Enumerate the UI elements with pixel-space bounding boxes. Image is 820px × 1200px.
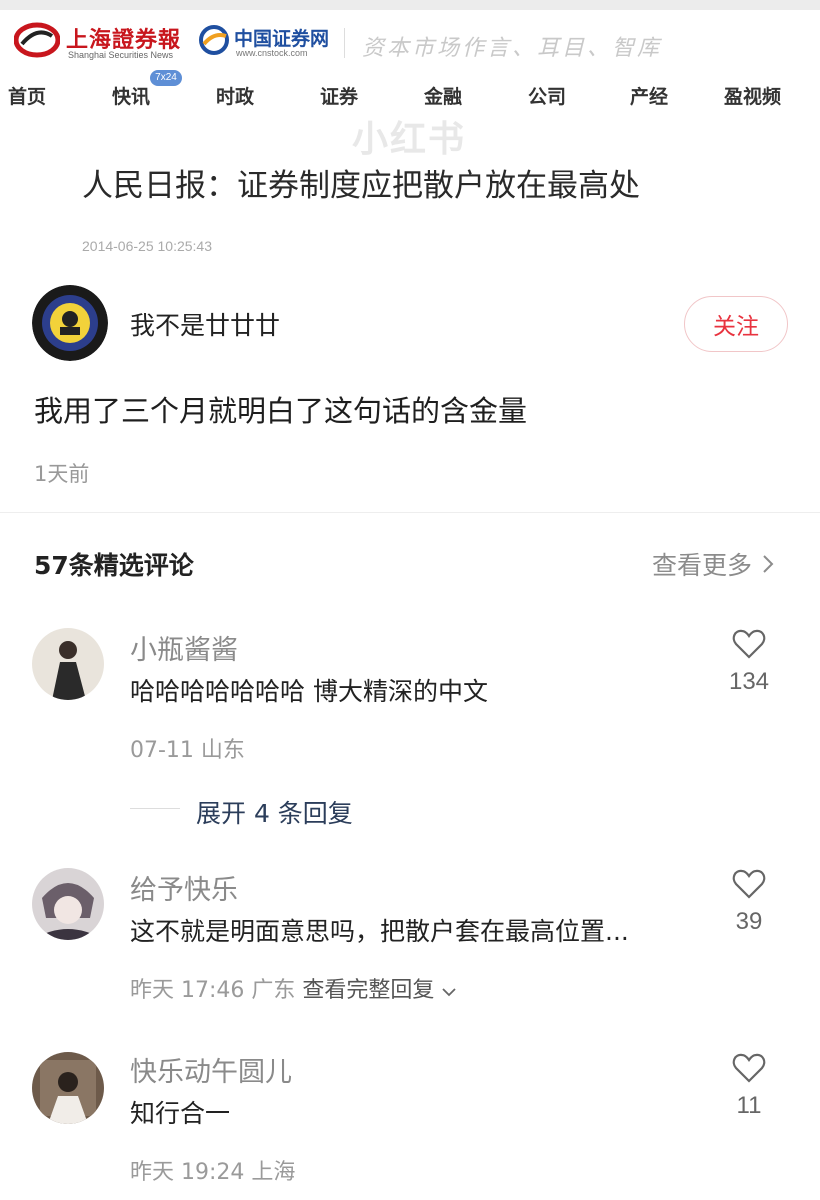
chevron-right-icon [763, 555, 774, 573]
nav-item-company[interactable]: 公司 [528, 82, 566, 109]
see-more-link[interactable]: 查看更多 [652, 546, 774, 582]
comments-count-title: 57条精选评论 [34, 551, 194, 580]
cnstock-logo-icon [199, 25, 229, 55]
ssn-logo-subtitle: Shanghai Securities News [68, 50, 174, 60]
view-full-reply-label: 查看完整回复 [302, 978, 435, 1003]
avatar-photo-icon [32, 628, 104, 700]
author-avatar[interactable] [32, 285, 108, 361]
comment-meta-text: 昨天 17:46 广东 [130, 978, 296, 1003]
article-headline: 人民日报：证券制度应把散户放在最高处 [82, 168, 640, 204]
cnstock-logo-subtitle: www.cnstock.com [236, 48, 308, 58]
comment-meta: 07-11 山东 [130, 738, 245, 763]
nav-item-politics[interactable]: 时政 [216, 82, 254, 109]
commenter-avatar[interactable] [32, 868, 104, 940]
post-time: 1天前 [34, 462, 90, 486]
follow-button[interactable]: 关注 [684, 296, 788, 352]
expand-replies-button[interactable]: 展开 4 条回复 [196, 794, 353, 830]
logo-divider [344, 28, 345, 58]
like-count: 134 [728, 668, 770, 695]
comment-text: 这不就是明面意思吗，把散户套在最高位置... [130, 917, 629, 946]
section-divider [0, 512, 820, 513]
author-name[interactable]: 我不是廿廿廿 [130, 306, 280, 342]
like-count: 39 [735, 908, 763, 935]
article-timestamp: 2014-06-25 10:25:43 [82, 238, 212, 254]
commenter-avatar[interactable] [32, 628, 104, 700]
nav-item-industry[interactable]: 产经 [630, 82, 668, 109]
nav-item-home[interactable]: 首页 [8, 82, 46, 109]
heart-icon[interactable] [732, 868, 766, 900]
see-more-label: 查看更多 [652, 551, 753, 580]
heart-icon[interactable] [732, 628, 766, 660]
watermark: 小红书 [352, 119, 467, 160]
commenter-name[interactable]: 快乐动午圆儿 [130, 1050, 292, 1089]
commenter-name[interactable]: 给予快乐 [130, 868, 238, 907]
commenter-avatar[interactable] [32, 1052, 104, 1124]
badge-avatar-icon [32, 285, 108, 361]
ssn-logo-icon [14, 22, 60, 58]
chevron-down-icon [442, 988, 457, 997]
view-full-reply-link[interactable]: 查看完整回复 [302, 978, 457, 1003]
status-strip [0, 0, 820, 10]
commenter-name[interactable]: 小瓶酱酱 [130, 628, 238, 667]
nav-item-video[interactable]: 盈视频 [724, 82, 781, 109]
reply-divider-line [130, 808, 180, 809]
comment-meta: 昨天 19:24 上海 [130, 1160, 296, 1185]
nav-item-flash[interactable]: 快讯 [112, 82, 150, 109]
heart-icon[interactable] [732, 1052, 766, 1084]
news-logo-bar: 上海證券報 Shanghai Securities News 中国证券网 www… [0, 10, 820, 72]
avatar-anime-icon [32, 868, 104, 940]
cnstock-logo-text: 中国证券网 [234, 28, 330, 50]
comment-meta: 昨天 17:46 广东 查看完整回复 [130, 972, 457, 1004]
comment-text: 哈哈哈哈哈哈哈 博大精深的中文 [130, 677, 488, 706]
nav-item-finance[interactable]: 金融 [424, 82, 462, 109]
post-text: 我用了三个月就明白了这句话的含金量 [34, 394, 528, 428]
flash-badge: 7x24 [150, 70, 182, 86]
comment-text: 知行合一 [130, 1099, 231, 1128]
like-count: 11 [736, 1092, 762, 1119]
slogan: 资本市场作言、耳目、智库 [362, 36, 663, 61]
avatar-photo-icon [32, 1052, 104, 1124]
nav-item-securities[interactable]: 证券 [320, 82, 358, 109]
